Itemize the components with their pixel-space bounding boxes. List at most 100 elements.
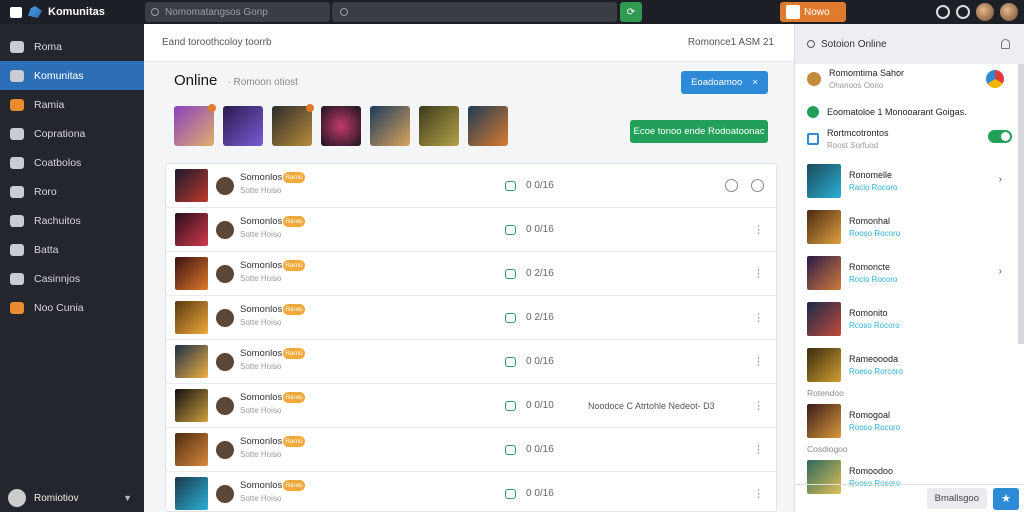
notifications-icon[interactable] (956, 5, 970, 19)
search-icon (807, 40, 815, 48)
info-icon[interactable] (725, 179, 738, 192)
send-button[interactable]: ★ (993, 487, 1019, 510)
player-avatar (175, 477, 208, 510)
secondary-search-input[interactable] (332, 2, 617, 22)
main-header: Eand toroothcoloy toorrb Romonce1 ASM 21 (144, 24, 794, 62)
more-options-icon[interactable]: ⋮ (753, 223, 764, 236)
hero-thumbnail[interactable] (419, 106, 459, 146)
friend-item[interactable]: Romoncte Roclo Rocoro (807, 256, 897, 290)
friend-name: Romoodoo (849, 466, 894, 476)
table-row[interactable]: Somonlos Ramo Sotte Hoiso 0 0/10 Noodoce C A… (166, 384, 776, 428)
chevron-right-icon[interactable]: › (999, 266, 1002, 277)
hero-thumbnail[interactable] (272, 104, 314, 146)
tag-icon (10, 243, 24, 256)
new-button[interactable]: Nowo (780, 2, 846, 22)
search-input[interactable]: Nomomatangsos Gonp (145, 2, 330, 22)
user-name: Romiotiov (34, 492, 79, 504)
avatar[interactable] (976, 3, 994, 21)
table-row[interactable]: Somonlos Ramo Sotte Hoiso 0 0/16 (166, 164, 776, 208)
more-options-icon[interactable]: ⋮ (753, 443, 764, 456)
friend-name: Romoncte (849, 262, 891, 272)
online-toggle[interactable] (988, 130, 1012, 143)
hero-thumbnail[interactable] (370, 106, 410, 146)
sidebar-item-6[interactable]: Rachuitos (0, 206, 144, 235)
table-row[interactable]: Somonlos Ramo Sotte Hoiso 0 0/16 ⋮ (166, 428, 776, 472)
settings-icon[interactable] (936, 5, 950, 19)
player-status: Sotte Hoiso (240, 450, 282, 459)
refresh-button[interactable]: ⟳ (620, 2, 642, 22)
table-row[interactable]: Somonlos Ramo Sotte Hoiso 0 2/16 ⋮ (166, 252, 776, 296)
avatar-secondary[interactable] (1000, 3, 1018, 21)
more-options-icon[interactable]: ⋮ (753, 267, 764, 280)
friend-status: Raclo Rocoro (849, 183, 898, 192)
friend-status: Rcoso Rocoro (849, 321, 900, 330)
hero-thumbnail[interactable] (321, 106, 361, 146)
scrollbar[interactable] (1018, 64, 1024, 344)
more-options-icon[interactable]: ⋮ (753, 487, 764, 500)
sidebar-item-5[interactable]: Roro (0, 177, 144, 206)
friend-item[interactable]: Ronomelle Raclo Rocoro (807, 164, 897, 198)
search-icon (10, 214, 24, 227)
player-name: Somonlos (240, 304, 283, 315)
table-row[interactable]: Somonlos Ramo Sotte Hoiso 0 2/16 ⋮ (166, 296, 776, 340)
sidebar-item-7[interactable]: Batta (0, 235, 144, 264)
check-row: Eoomatoloe 1 Monooarant Goigas. (807, 106, 967, 118)
featured-item-sub: Ohanoos Oono (829, 81, 884, 90)
friend-name: Ronomelle (849, 170, 893, 180)
bell-icon[interactable] (1001, 39, 1010, 49)
game-icon (505, 356, 516, 367)
close-icon[interactable]: × (752, 77, 758, 88)
join-button[interactable]: Ecoe tonoo ende Rodoatoonac (630, 120, 768, 143)
sidebar-item-8[interactable]: Casinnjos (0, 264, 144, 293)
friend-item[interactable]: Romogoal Rooso Rocoro (807, 404, 900, 438)
right-panel-footer: Bmallsgoo ★ (795, 484, 1024, 512)
hero-thumbnail[interactable] (468, 106, 508, 146)
home-icon (10, 40, 24, 53)
friend-item[interactable]: Rameoooda Roeso Rorcoro (807, 348, 903, 382)
player-count: 0 0/16 (526, 444, 554, 455)
table-row[interactable]: Somonlos Ramo Sotte Hoiso 0 0/16 ⋮ (166, 340, 776, 384)
friend-item[interactable]: Romonito Rcoso Rocoro (807, 302, 900, 336)
top-bar: Komunitas Nomomatangsos Gonp ⟳ Nowo (0, 0, 1024, 24)
character-icon (216, 352, 234, 371)
app-logo[interactable]: Komunitas (0, 0, 144, 24)
sidebar-item-label: Casinnjos (34, 272, 81, 285)
menu-icon[interactable] (10, 6, 22, 18)
clock-icon[interactable] (751, 179, 764, 192)
more-options-icon[interactable]: ⋮ (753, 399, 764, 412)
user-menu[interactable]: Romiotiov ▼ (0, 484, 144, 512)
game-icon (505, 268, 516, 279)
more-options-icon[interactable]: ⋮ (753, 355, 764, 368)
search-placeholder: Nomomatangsos Gonp (165, 6, 268, 18)
hero-strip (174, 104, 508, 146)
rank-badge: Ramo (283, 436, 305, 447)
sidebar-item-1[interactable]: Komunitas (0, 61, 144, 90)
more-options-icon[interactable]: ⋮ (753, 311, 764, 324)
filter-button[interactable]: Eoadoamoo × (681, 71, 768, 94)
friend-avatar (807, 404, 841, 438)
friend-item[interactable]: Romonhal Rooso Rocoro (807, 210, 900, 244)
sidebar-item-3[interactable]: Coprationa (0, 119, 144, 148)
table-row[interactable]: Somonlos Ramo Sotte Hoiso 0 0/16 ⋮ (166, 208, 776, 252)
featured-item[interactable]: Romomtima Sahor Ohanoos Oono (807, 68, 904, 90)
row-note: Noodoce C Atrtohle Nedeot- D3 (588, 400, 715, 411)
section-label: Cosdiogoo (807, 444, 848, 454)
character-icon (216, 264, 234, 283)
sidebar-item-4[interactable]: Coatbolos (0, 148, 144, 177)
sidebar-item-0[interactable]: Roma (0, 32, 144, 61)
character-icon (216, 440, 234, 459)
player-status: Sotte Hoiso (240, 230, 282, 239)
sidebar-item-9[interactable]: Noo Cunia (0, 293, 144, 322)
player-name: Somonlos (240, 480, 283, 491)
sidebar-item-2[interactable]: Ramia (0, 90, 144, 119)
rank-badge: Ramo (283, 172, 305, 183)
player-name: Somonlos (240, 260, 283, 271)
rank-badge: Ramo (283, 392, 305, 403)
chevron-right-icon[interactable]: › (999, 174, 1002, 185)
table-row[interactable]: Somonlos Ramo Sotte Hoiso 0 0/16 ⋮ (166, 472, 776, 511)
main-content: Eand toroothcoloy toorrb Romonce1 ASM 21… (144, 24, 794, 512)
hero-thumbnail[interactable] (223, 106, 263, 146)
game-icon (505, 180, 516, 191)
sidebar-item-label: Coprationa (34, 127, 86, 140)
hero-thumbnail[interactable] (174, 104, 216, 146)
